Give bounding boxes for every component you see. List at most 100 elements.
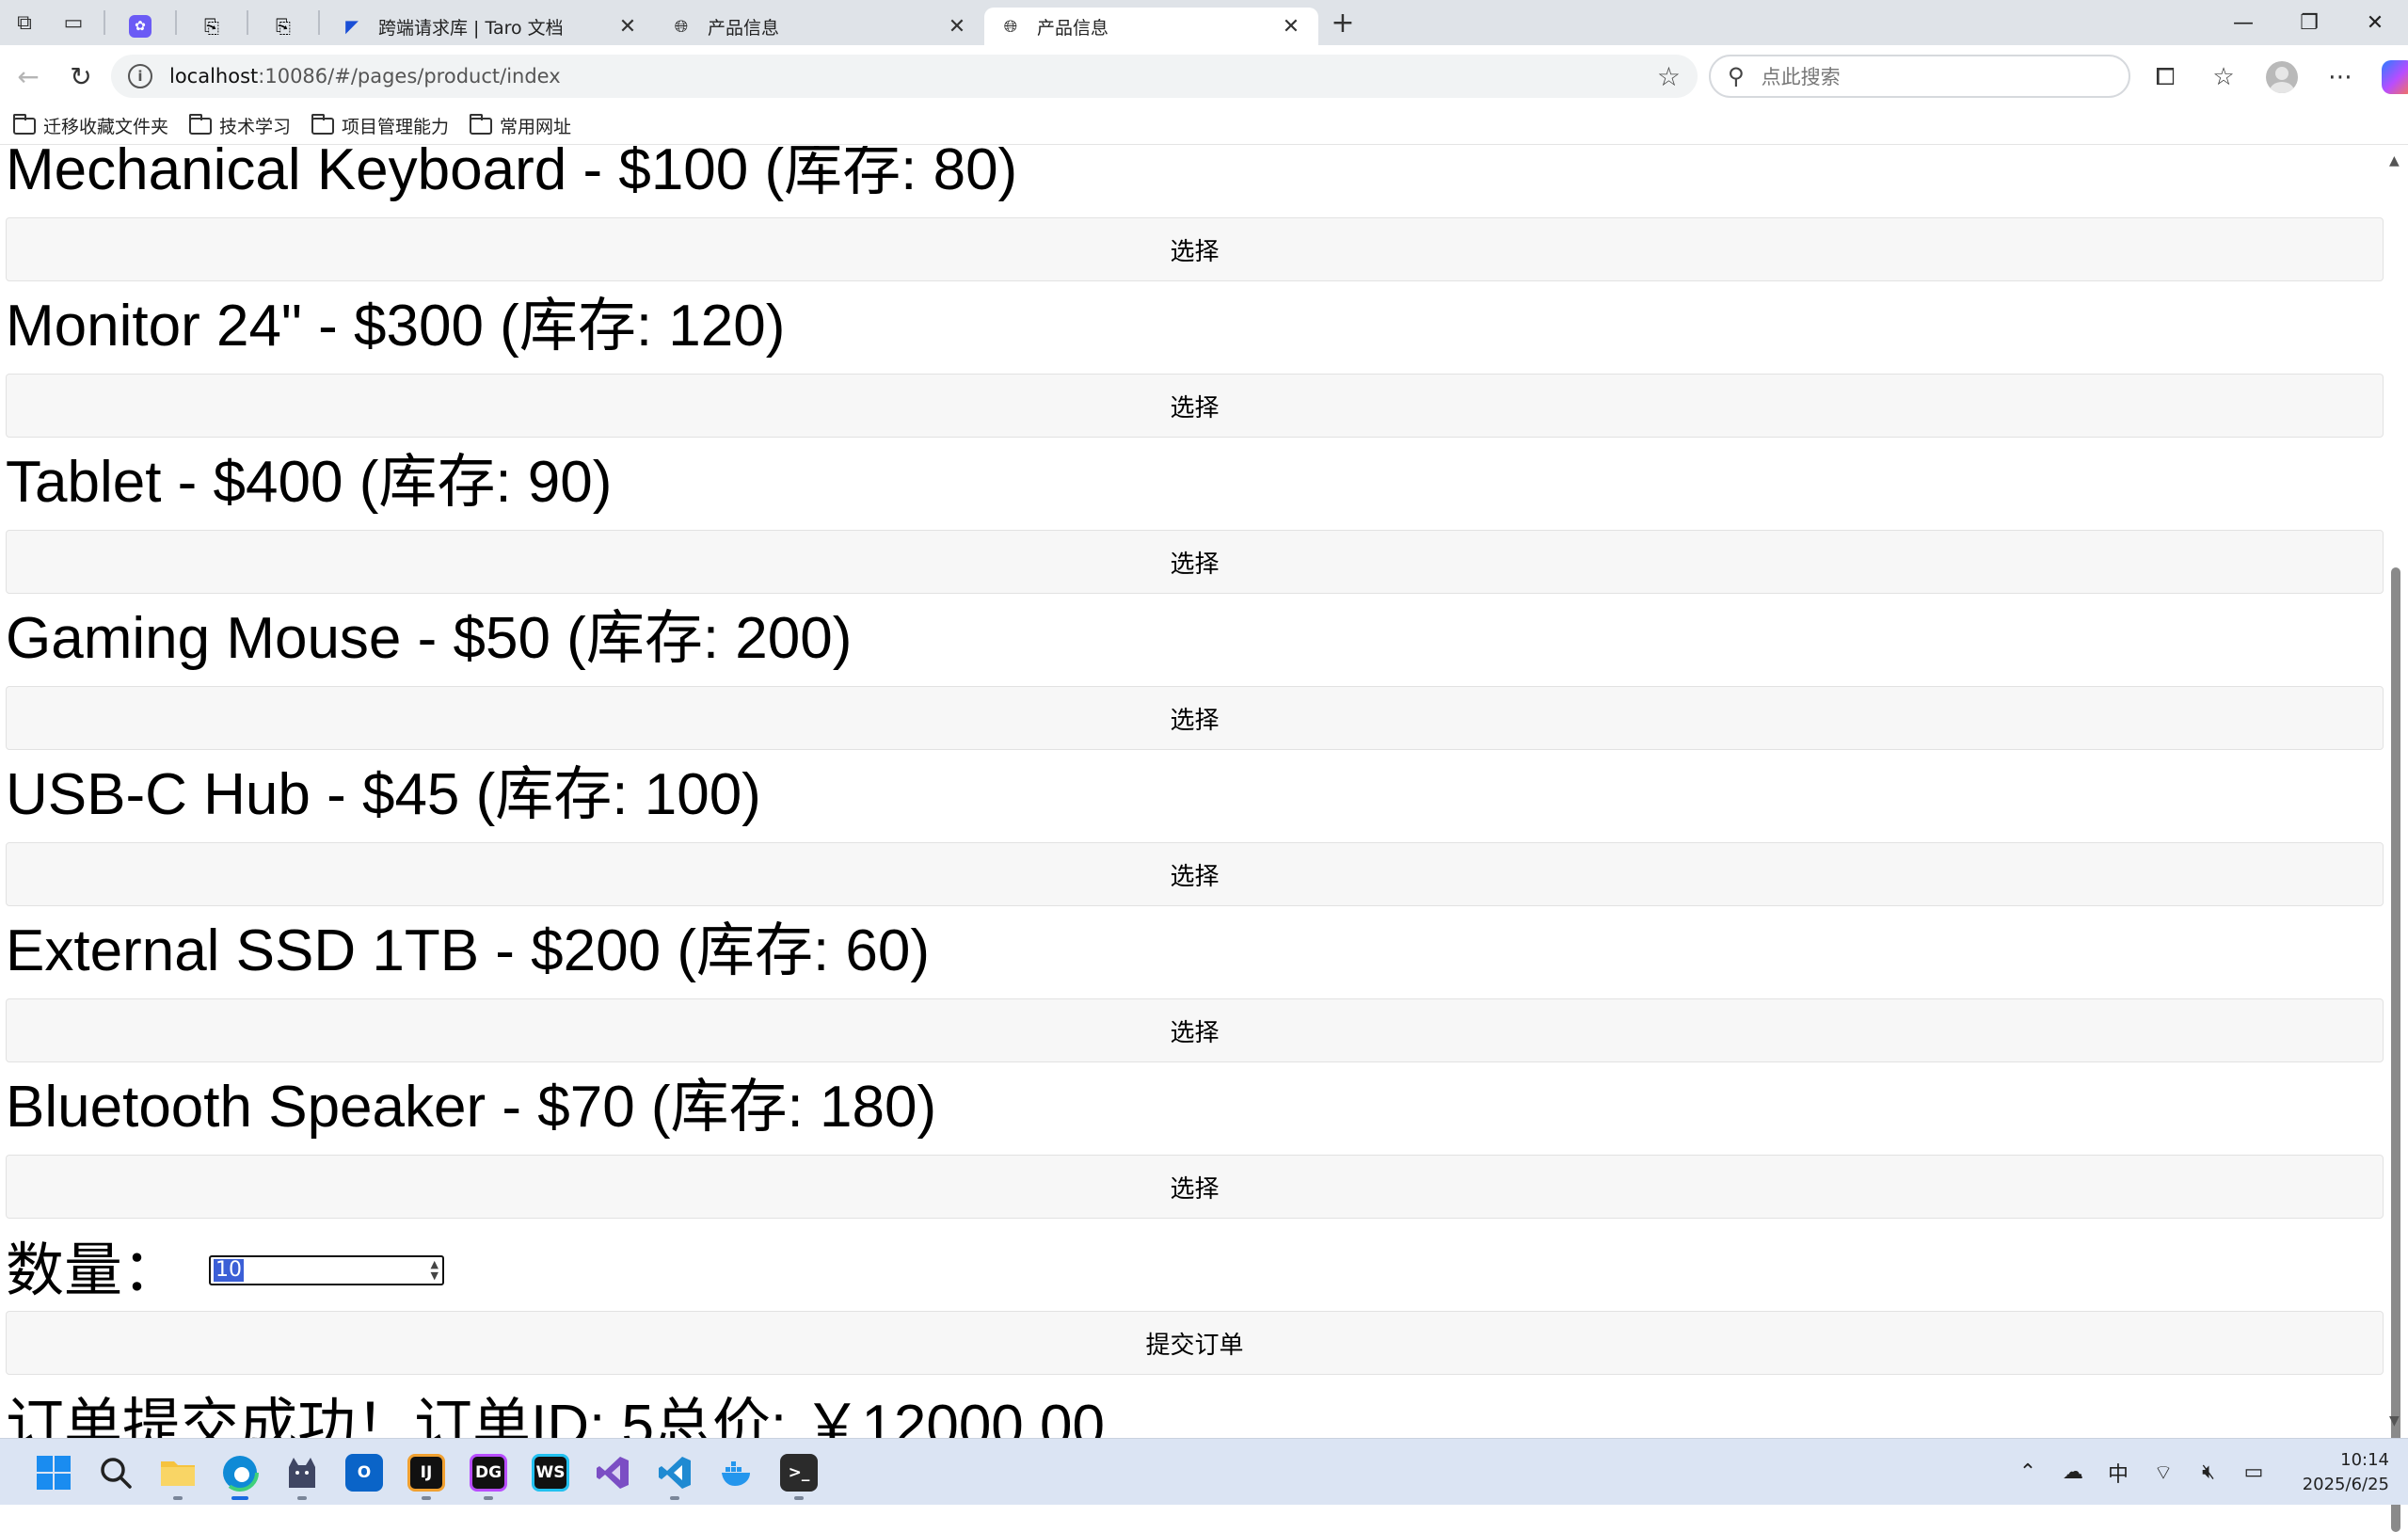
profile-avatar[interactable] <box>2253 51 2311 104</box>
pinned-tab-2[interactable]: ⎘ <box>183 8 241 45</box>
datagrip-button[interactable]: DG <box>457 1442 519 1504</box>
clock[interactable]: 10:14 2025/6/25 <box>2286 1448 2389 1497</box>
url-text[interactable]: localhost:10086/#/pages/product/index <box>169 65 1657 88</box>
search-placeholder: 点此搜索 <box>1761 66 1841 88</box>
edge-icon <box>221 1453 259 1492</box>
tab-product-info-2[interactable]: 🌐︎ 产品信息 ✕ <box>984 8 1318 45</box>
product-name: Monitor 24" - $300 (库存: 120) <box>6 294 786 359</box>
favorites-icon[interactable]: ☆ <box>2194 51 2253 104</box>
product-name: External SSD 1TB - $200 (库存: 60) <box>6 918 931 983</box>
scroll-up-icon[interactable]: ▲ <box>2389 153 2400 168</box>
outlook-icon: O <box>345 1453 383 1492</box>
folder-icon <box>13 113 36 135</box>
chevron-up-icon[interactable]: ⌃ <box>2005 1450 2050 1495</box>
volume-muted-icon[interactable]: 🔇︎ <box>2186 1450 2231 1495</box>
refresh-button[interactable]: ↻ <box>55 50 107 103</box>
product-item: Bluetooth Speaker - $70 (库存: 180) 选择 <box>6 1062 2384 1219</box>
datagrip-icon: DG <box>470 1453 507 1492</box>
quantity-label: 数量： <box>6 1238 182 1303</box>
outlook-button[interactable]: O <box>333 1442 395 1504</box>
scrollbar-thumb[interactable] <box>2391 567 2400 1532</box>
folder-icon <box>189 113 213 135</box>
more-menu-icon[interactable]: ⋯ <box>2311 51 2369 104</box>
tab-strip: ⧉ ▭ ✿ ⎘ ⎘ ◤ 跨端请求库 | Taro 文档 ✕ 🌐︎ 产品信息 ✕ … <box>0 0 2408 45</box>
terminal-icon: >_ <box>780 1453 818 1492</box>
tab-actions-icon[interactable]: ▭ <box>49 0 98 45</box>
select-button[interactable]: 选择 <box>6 217 2384 281</box>
app-icon: ✿ <box>129 15 151 38</box>
bookmark-folder[interactable]: 项目管理能力 <box>311 113 449 138</box>
workspaces-icon[interactable]: ⧉ <box>0 0 49 45</box>
bookmark-folder[interactable]: 常用网址 <box>470 113 571 138</box>
search-icon: ⚲ <box>1728 63 1745 89</box>
select-button[interactable]: 选择 <box>6 686 2384 750</box>
page-icon: ⎘ <box>204 15 219 38</box>
quantity-stepper[interactable]: 10 ▲ ▼ <box>209 1255 445 1285</box>
quantity-value[interactable]: 10 <box>214 1259 245 1282</box>
product-name: Bluetooth Speaker - $70 (库存: 180) <box>6 1075 937 1140</box>
file-explorer-button[interactable] <box>147 1442 209 1504</box>
tab-title: 产品信息 <box>1037 17 1109 39</box>
cat-icon <box>289 1457 315 1488</box>
restore-button[interactable]: ❐ <box>2276 0 2342 45</box>
search-box[interactable]: ⚲ 点此搜索 <box>1709 55 2130 98</box>
page-scrollbar[interactable]: ▲ ▼ <box>2384 146 2408 1532</box>
clock-time: 10:14 <box>2340 1449 2389 1470</box>
start-button[interactable] <box>23 1442 85 1504</box>
favorite-star-icon[interactable]: ☆ <box>1657 61 1681 92</box>
spinner-arrows-icon[interactable]: ▲ ▼ <box>431 1259 439 1282</box>
select-button[interactable]: 选择 <box>6 374 2384 438</box>
product-item: Gaming Mouse - $50 (库存: 200) 选择 <box>6 594 2384 750</box>
close-icon[interactable]: ✕ <box>945 15 969 39</box>
product-name: Tablet - $400 (库存: 90) <box>6 450 613 515</box>
taskbar-search-button[interactable] <box>85 1442 147 1504</box>
clock-date: 2025/6/25 <box>2302 1474 2389 1494</box>
cat-app-button[interactable] <box>271 1442 333 1504</box>
browser-toolbar: ← ↻ i localhost:10086/#/pages/product/in… <box>0 45 2408 107</box>
site-info-icon[interactable]: i <box>128 64 152 88</box>
quantity-row: 数量： 10 ▲ ▼ <box>6 1219 2384 1311</box>
webstorm-button[interactable]: WS <box>519 1442 582 1504</box>
webstorm-icon: WS <box>532 1453 569 1492</box>
back-button[interactable]: ← <box>2 50 55 103</box>
visual-studio-icon <box>597 1456 629 1489</box>
vscode-button[interactable] <box>644 1442 706 1504</box>
bookmark-folder[interactable]: 技术学习 <box>189 113 291 138</box>
docker-icon <box>722 1460 750 1486</box>
extensions-icon[interactable]: ⧠ <box>2136 51 2194 104</box>
intellij-button[interactable]: IJ <box>395 1442 457 1504</box>
copilot-icon[interactable] <box>2369 51 2408 104</box>
product-item: USB-C Hub - $45 (库存: 100) 选择 <box>6 750 2384 906</box>
page-icon: ⎘ <box>276 15 291 38</box>
select-button[interactable]: 选择 <box>6 530 2384 594</box>
pinned-tab-1[interactable]: ✿ <box>111 8 169 45</box>
pinned-tab-3[interactable]: ⎘ <box>254 8 312 45</box>
scroll-down-icon[interactable]: ▼ <box>2389 1413 2400 1428</box>
browser-window: ⧉ ▭ ✿ ⎘ ⎘ ◤ 跨端请求库 | Taro 文档 ✕ 🌐︎ 产品信息 ✕ … <box>0 0 2408 1532</box>
bookmark-folder[interactable]: 迁移收藏文件夹 <box>13 113 168 138</box>
windows-taskbar: O IJ DG WS >_ ⌃ ☁ 中 ⌔ 🔇︎ ▭ 10:14 2025/6/… <box>0 1438 2408 1505</box>
new-tab-button[interactable]: + <box>1318 0 1367 45</box>
close-window-button[interactable]: ✕ <box>2342 0 2408 45</box>
ime-indicator[interactable]: 中 <box>2096 1450 2141 1495</box>
select-button[interactable]: 选择 <box>6 842 2384 906</box>
close-icon[interactable]: ✕ <box>615 15 640 39</box>
address-bar[interactable]: i localhost:10086/#/pages/product/index … <box>111 55 1698 98</box>
product-name: USB-C Hub - $45 (库存: 100) <box>6 762 761 827</box>
tab-taro-docs[interactable]: ◤ 跨端请求库 | Taro 文档 ✕ <box>326 8 655 45</box>
select-button[interactable]: 选择 <box>6 998 2384 1062</box>
close-icon[interactable]: ✕ <box>1279 15 1303 39</box>
submit-order-button[interactable]: 提交订单 <box>6 1311 2384 1375</box>
terminal-button[interactable]: >_ <box>768 1442 830 1504</box>
tab-title: 产品信息 <box>708 17 780 39</box>
docker-button[interactable] <box>706 1442 768 1504</box>
edge-button[interactable] <box>209 1442 271 1504</box>
tab-product-info-1[interactable]: 🌐︎ 产品信息 ✕ <box>655 8 984 45</box>
battery-icon[interactable]: ▭ <box>2231 1450 2276 1495</box>
minimize-button[interactable]: — <box>2210 0 2276 45</box>
globe-icon: 🌐︎ <box>1003 16 1018 37</box>
select-button[interactable]: 选择 <box>6 1155 2384 1219</box>
onedrive-error-icon[interactable]: ☁ <box>2050 1450 2096 1495</box>
visual-studio-button[interactable] <box>582 1442 644 1504</box>
wifi-icon[interactable]: ⌔ <box>2141 1450 2186 1495</box>
